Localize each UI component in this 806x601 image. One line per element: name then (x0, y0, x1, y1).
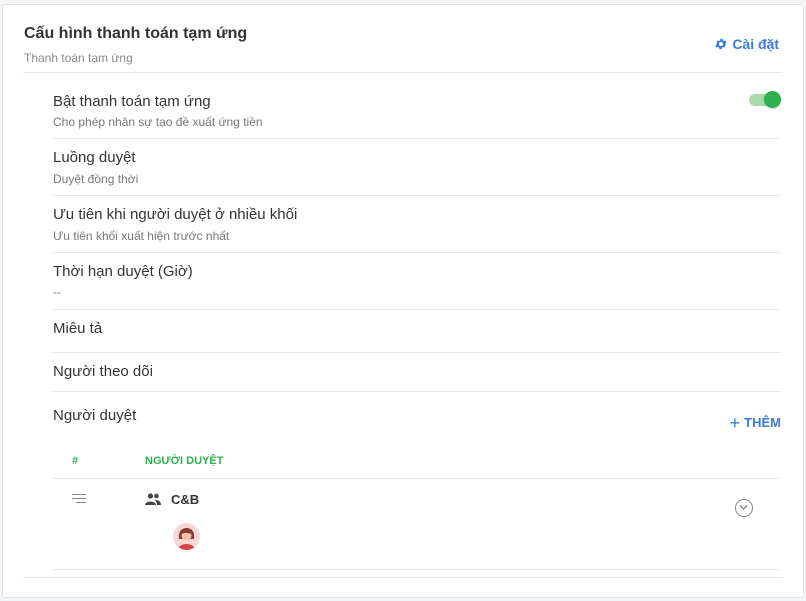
add-approver-label: THÊM (744, 415, 781, 430)
card-header: Cấu hình thanh toán tạm ứng Thanh toán t… (3, 5, 803, 73)
footer-divider (23, 577, 783, 578)
priority-value: Ưu tiên khối xuất hiện trước nhất (53, 229, 230, 243)
enable-toggle[interactable] (749, 91, 781, 108)
settings-button-label: Cài đặt (732, 36, 779, 52)
settings-button[interactable]: Cài đặt (714, 36, 779, 52)
enable-description: Cho phép nhân sự tạo đề xuất ứng tiền (53, 115, 263, 129)
setting-row-priority[interactable]: Ưu tiên khi người duyệt ở nhiều khối Ưu … (53, 196, 781, 253)
group-icon (145, 493, 161, 505)
setting-row-followers[interactable]: Người theo dõi (53, 353, 781, 392)
gear-icon (715, 38, 727, 50)
settings-list: Bật thanh toán tạm ứng Cho phép nhân sự … (53, 73, 781, 392)
column-header-number: # (72, 455, 79, 467)
deadline-label: Thời hạn duyệt (Giờ) (53, 263, 193, 280)
deadline-value: -- (53, 285, 61, 299)
setting-row-enable: Bật thanh toán tạm ứng Cho phép nhân sự … (53, 73, 781, 139)
chevron-down-icon (739, 504, 748, 511)
page-title: Cấu hình thanh toán tạm ứng (24, 25, 248, 42)
page-subtitle: Thanh toán tạm ứng (24, 51, 133, 65)
settings-card: Cấu hình thanh toán tạm ứng Thanh toán t… (2, 4, 804, 598)
approvers-table: # NGƯỜI DUYỆT C&B (53, 440, 781, 570)
avatar (173, 523, 200, 550)
description-label: Miêu tả (53, 320, 103, 337)
setting-row-description[interactable]: Miêu tả (53, 310, 781, 353)
priority-label: Ưu tiên khi người duyệt ở nhiều khối (53, 206, 298, 223)
drag-handle-icon[interactable] (72, 494, 86, 506)
expand-row-button[interactable] (735, 499, 753, 517)
setting-row-deadline[interactable]: Thời hạn duyệt (Giờ) -- (53, 253, 781, 310)
column-header-approver: NGƯỜI DUYỆT (145, 455, 224, 467)
followers-label: Người theo dõi (53, 363, 153, 380)
flow-label: Luồng duyệt (53, 149, 136, 166)
table-header: # NGƯỜI DUYỆT (53, 440, 781, 479)
flow-value: Duyệt đồng thời (53, 172, 139, 186)
table-row: C&B (53, 479, 781, 570)
toggle-knob (764, 91, 781, 108)
enable-label: Bật thanh toán tạm ứng (53, 93, 211, 110)
approvers-label: Người duyệt (53, 407, 137, 424)
plus-icon: + (729, 412, 741, 433)
approver-group-name: C&B (171, 492, 200, 507)
add-approver-button[interactable]: + THÊM (729, 412, 781, 433)
setting-row-flow[interactable]: Luồng duyệt Duyệt đồng thời (53, 139, 781, 196)
